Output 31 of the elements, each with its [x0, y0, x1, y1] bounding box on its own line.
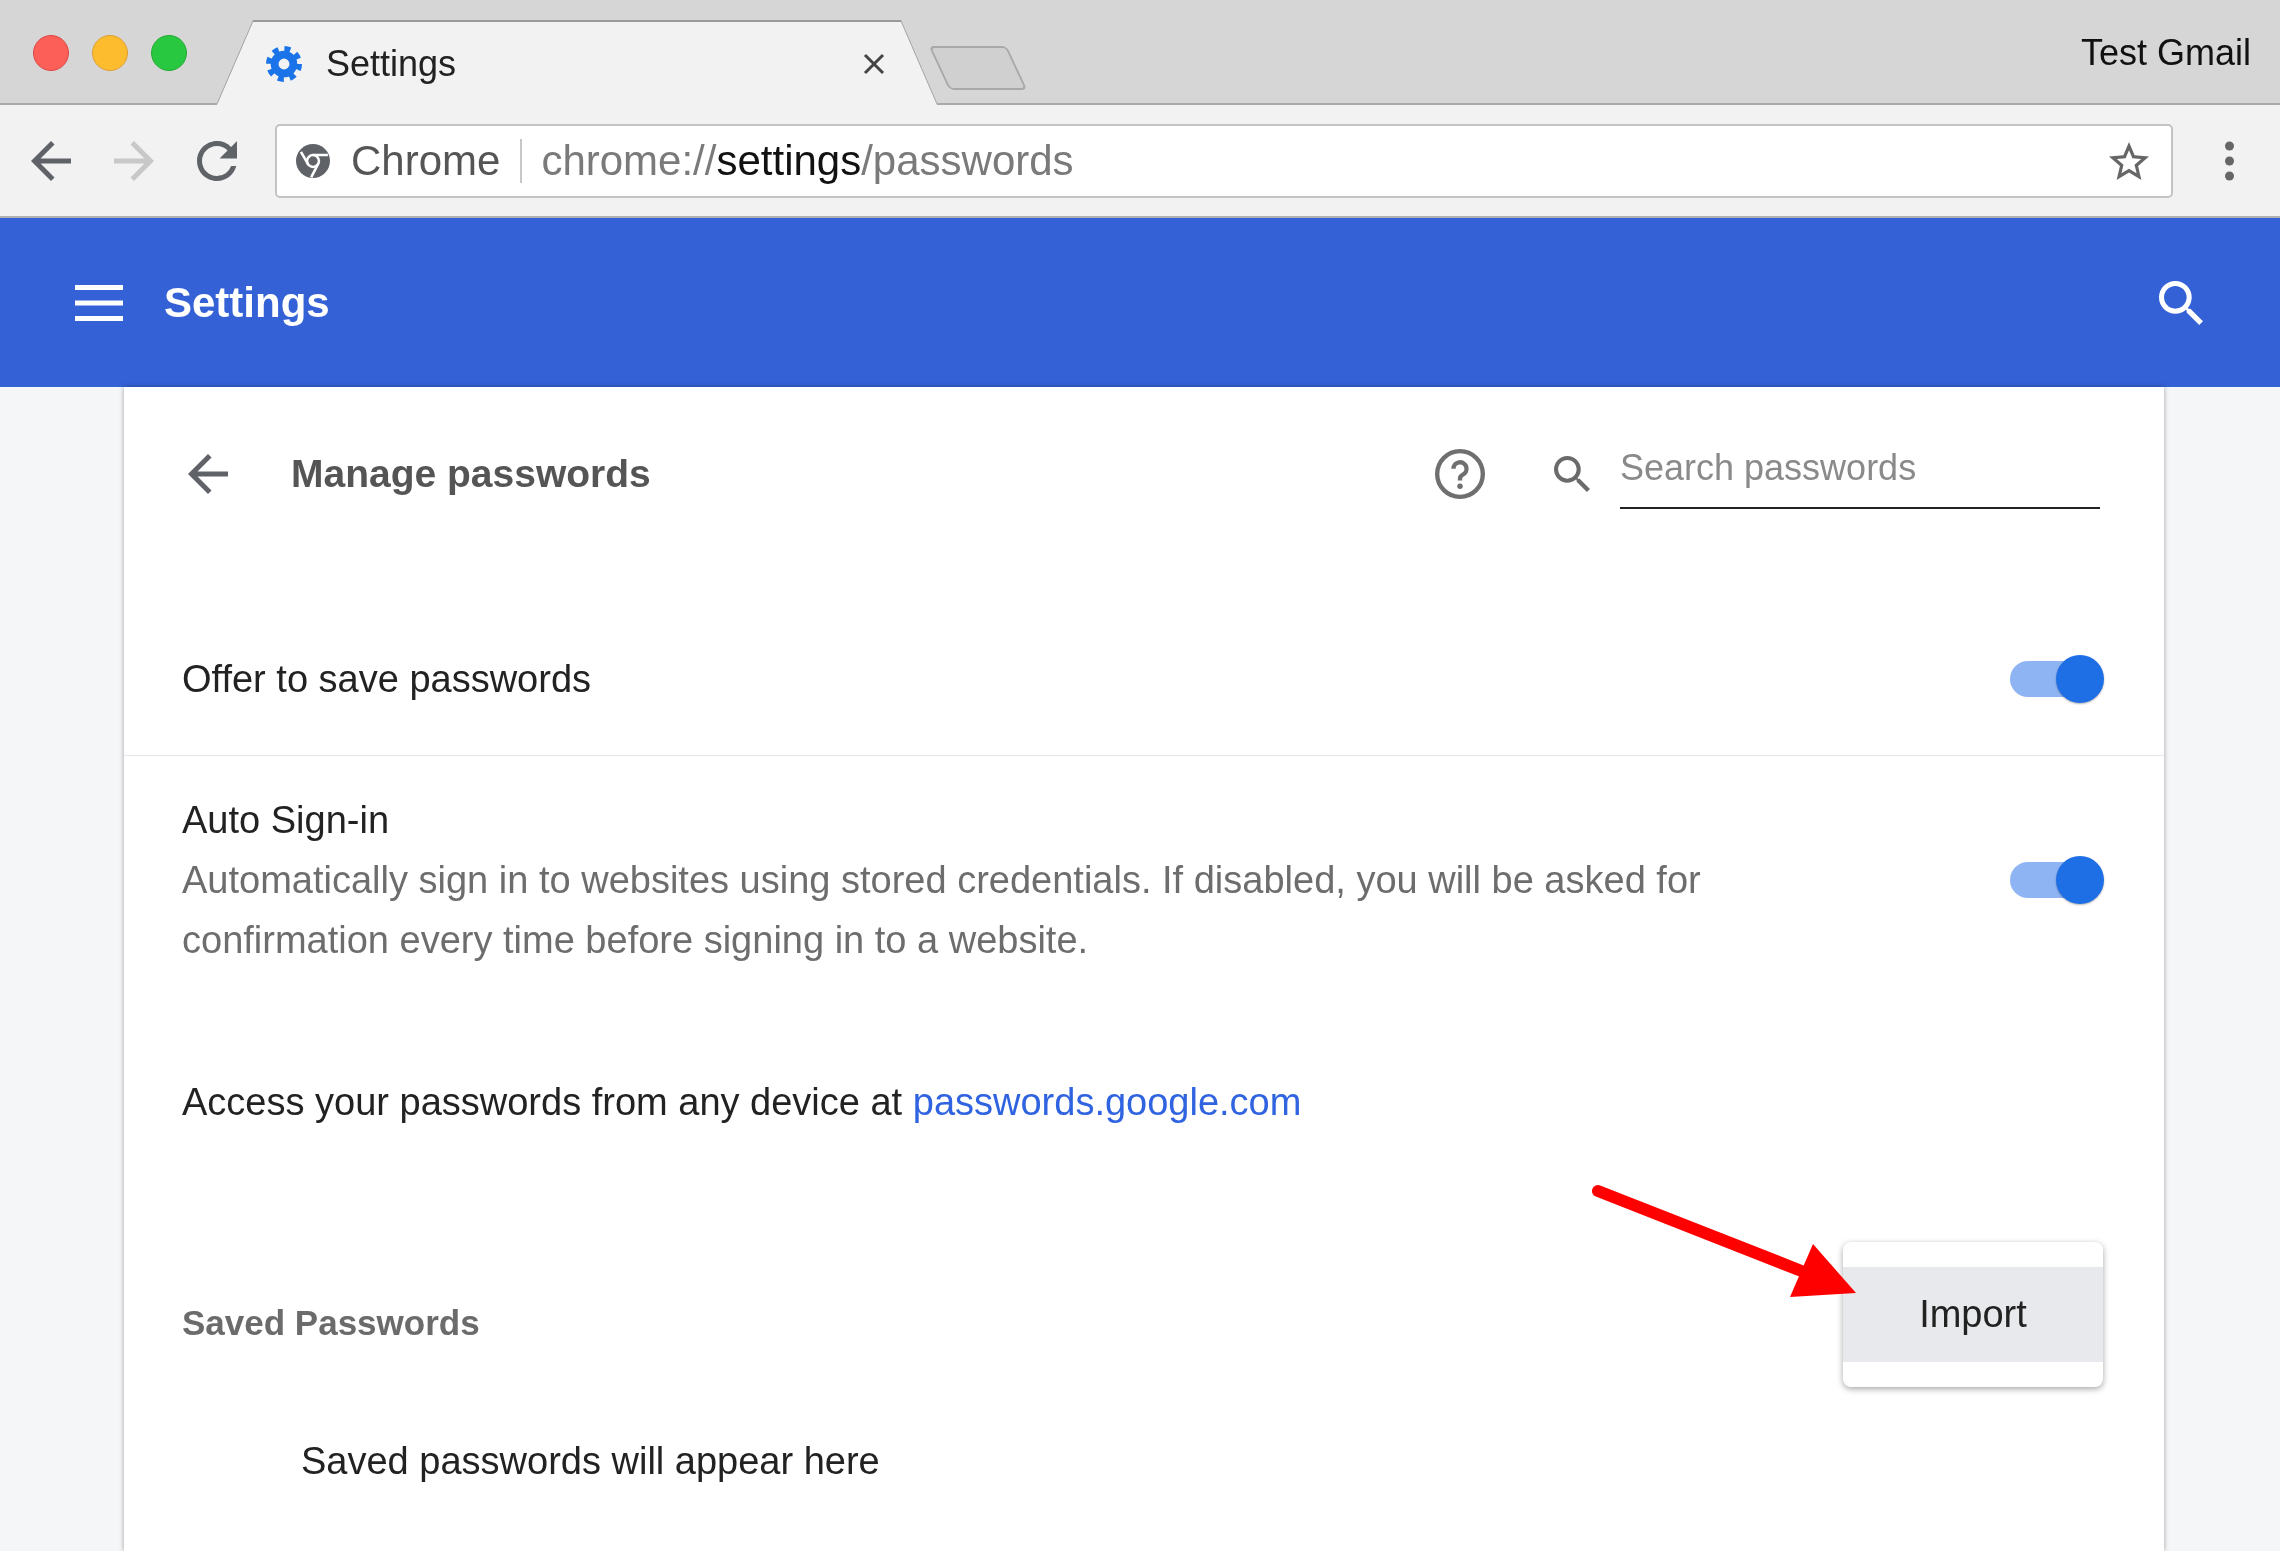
browser-logo-icon[interactable] — [296, 143, 330, 178]
section-heading: Saved Passwords — [182, 1302, 480, 1344]
profile-name: Test Gmail — [2080, 31, 2252, 74]
reload-icon[interactable] — [197, 140, 237, 181]
back-arrow-icon[interactable] — [31, 140, 71, 181]
back-arrow-icon[interactable] — [188, 454, 228, 494]
access-text: Access your passwords from any device at passwords.google.com — [182, 1080, 1302, 1125]
link[interactable]: passwords.google.com — [912, 1081, 1302, 1123]
star-icon[interactable] — [2109, 141, 2149, 180]
setting-description: Automatically sign in to websites using stored credentials. If disabled, you will be asked for confirmation every time before signing in to a website. — [182, 858, 1702, 963]
search-field[interactable]: Search passwords — [1620, 439, 2100, 509]
site-label: Chrome — [351, 136, 501, 185]
address-bar[interactable]: Chrome chrome://settings/passwords — [275, 123, 2173, 198]
header-title: Settings — [164, 278, 330, 327]
setting-label: Offer to save passwords — [182, 657, 592, 702]
empty-message: Saved passwords will appear here — [301, 1439, 880, 1484]
toggle-switch[interactable] — [2010, 655, 2104, 703]
settings-icon — [266, 45, 302, 82]
toggle-switch[interactable] — [2010, 856, 2104, 904]
page-title: Manage passwords — [291, 452, 651, 496]
setting-label: Auto Sign-in — [182, 798, 389, 843]
close-window-icon[interactable] — [33, 34, 69, 71]
tab[interactable]: Settings — [217, 22, 937, 105]
help-icon[interactable] — [1435, 449, 1485, 499]
search-icon — [1554, 456, 1590, 492]
close-icon[interactable] — [863, 52, 885, 75]
more-menu-icon[interactable] — [2224, 140, 2235, 181]
menu-icon[interactable] — [75, 284, 123, 321]
menu-item[interactable]: Import — [1843, 1267, 2103, 1362]
url-text: chrome://settings/passwords — [541, 136, 1074, 185]
search-icon[interactable] — [2159, 280, 2203, 325]
